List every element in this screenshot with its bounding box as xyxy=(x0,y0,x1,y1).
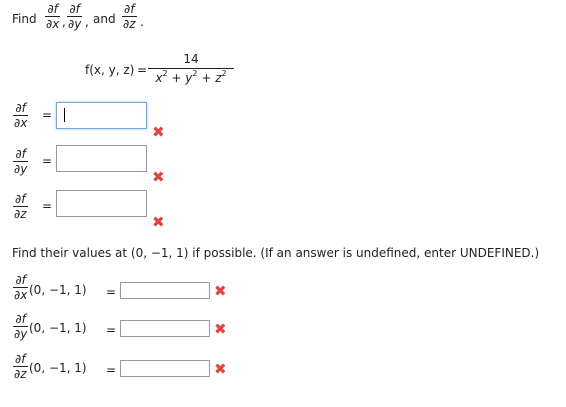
den-z-exp: 2 xyxy=(221,69,227,78)
partial-x-label: ∂f ∂x xyxy=(13,101,29,130)
eval-z-input[interactable] xyxy=(120,360,210,377)
eval-y-equals: = xyxy=(106,323,117,337)
den-plus-1: + xyxy=(171,71,182,85)
incorrect-x-icon: ✖ xyxy=(152,168,165,186)
incorrect-x-icon: ✖ xyxy=(214,282,227,300)
partial-z-equals: = xyxy=(42,199,53,213)
partial-z-denominator: ∂z xyxy=(13,206,28,221)
eval-y-numerator: ∂f xyxy=(15,312,26,326)
function-denominator: x2 + y2 + z2 xyxy=(148,68,234,85)
den-y-exp: 2 xyxy=(192,69,198,78)
instruction-text: Find their values at (0, −1, 1) if possi… xyxy=(12,246,540,260)
prompt-comma-2: , xyxy=(85,15,89,29)
find-label: Find xyxy=(12,12,37,26)
prompt-partial-z-denominator: ∂z xyxy=(122,16,137,31)
eval-x-equals: = xyxy=(106,285,117,299)
partial-z-numerator: ∂f xyxy=(15,192,26,206)
incorrect-x-icon: ✖ xyxy=(152,213,165,231)
prompt-partial-y-denominator: ∂y xyxy=(67,16,83,31)
prompt-period: . xyxy=(140,15,144,29)
text-cursor xyxy=(64,108,65,122)
incorrect-x-icon: ✖ xyxy=(152,123,165,141)
eval-z-equals: = xyxy=(106,363,117,377)
partial-y-denominator: ∂y xyxy=(13,161,29,176)
prompt-partial-z: ∂f ∂z xyxy=(122,3,137,30)
eval-x-numerator: ∂f xyxy=(15,273,26,287)
partial-y-label: ∂f ∂y xyxy=(13,147,29,176)
prompt-comma-1: , xyxy=(62,15,66,29)
prompt-partial-x-denominator: ∂x xyxy=(45,16,61,31)
incorrect-x-icon: ✖ xyxy=(214,360,227,378)
eval-z-label: ∂f ∂z xyxy=(13,353,28,380)
partial-x-denominator: ∂x xyxy=(13,115,29,130)
prompt-partial-x: ∂f ∂x xyxy=(45,2,61,31)
eval-y-label: ∂f ∂y xyxy=(13,312,29,341)
eval-y-input[interactable] xyxy=(120,320,210,337)
eval-y-denominator: ∂y xyxy=(13,326,29,341)
partial-x-equals: = xyxy=(42,108,53,122)
partial-y-numerator: ∂f xyxy=(15,147,26,161)
den-x-exp: 2 xyxy=(162,69,168,78)
eval-x-input[interactable] xyxy=(120,282,210,299)
prompt-partial-y-numerator: ∂f xyxy=(69,2,80,16)
function-equals: = xyxy=(137,63,148,77)
function-numerator: 14 xyxy=(183,52,199,66)
partial-x-input[interactable] xyxy=(56,102,147,129)
den-plus-2: + xyxy=(201,71,212,85)
function-lhs: f(x, y, z) xyxy=(85,63,135,77)
eval-z-point: (0, −1, 1) xyxy=(29,361,87,375)
partial-z-label: ∂f ∂z xyxy=(13,193,28,220)
partial-x-numerator: ∂f xyxy=(15,101,26,115)
prompt-and: and xyxy=(93,12,116,26)
partial-y-equals: = xyxy=(42,154,53,168)
eval-x-point: (0, −1, 1) xyxy=(29,283,87,297)
partial-y-input[interactable] xyxy=(56,145,147,172)
eval-y-point: (0, −1, 1) xyxy=(29,321,87,335)
function-fraction: 14 x2 + y2 + z2 xyxy=(148,52,234,85)
partial-z-input[interactable] xyxy=(56,190,147,217)
eval-z-denominator: ∂z xyxy=(13,366,28,381)
incorrect-x-icon: ✖ xyxy=(214,320,227,338)
eval-x-label: ∂f ∂x xyxy=(13,273,29,302)
eval-x-denominator: ∂x xyxy=(13,287,29,302)
prompt-partial-y: ∂f ∂y xyxy=(67,2,83,31)
eval-z-numerator: ∂f xyxy=(15,352,26,366)
prompt-partial-x-numerator: ∂f xyxy=(47,2,58,16)
prompt-partial-z-numerator: ∂f xyxy=(124,2,135,16)
